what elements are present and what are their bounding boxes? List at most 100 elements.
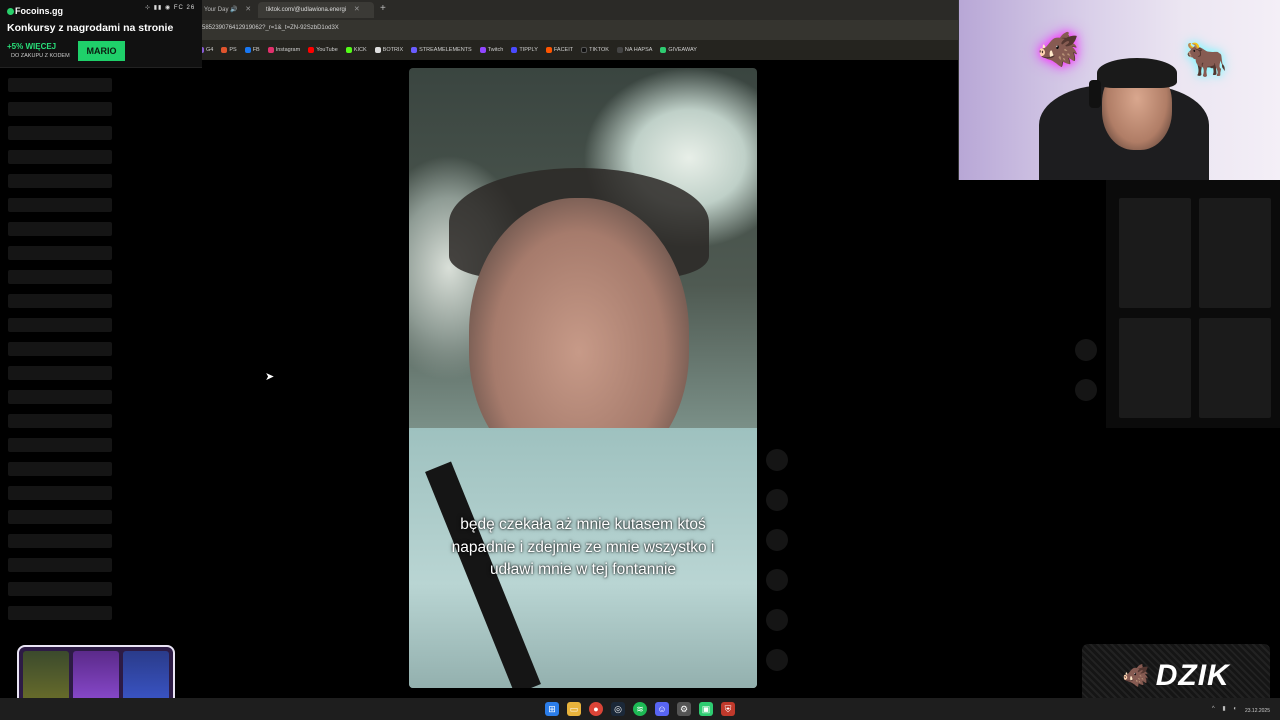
sidebar-placeholder-row [8, 318, 112, 332]
video-caption: będę czekała aż mnie kutasem ktoś napadn… [451, 516, 715, 578]
sidebar-placeholder-row [8, 510, 112, 524]
promo-logo: Focoins.gg [7, 6, 63, 16]
bookmark-tipply[interactable]: TIPPLY [511, 47, 538, 53]
action-placeholder[interactable] [766, 489, 788, 511]
bookmark-icon [221, 47, 228, 53]
mouse-cursor-icon: ➤ [265, 371, 275, 383]
case-card [123, 651, 169, 705]
neon-bull-icon: 🐂 [1185, 41, 1228, 79]
sidebar-placeholder-row [8, 174, 112, 188]
video-tile-placeholder[interactable] [1199, 318, 1271, 418]
close-tab-icon[interactable]: ✕ [354, 6, 360, 13]
tab-label: Your Day [204, 7, 229, 13]
boar-icon: 🐗 [1122, 663, 1150, 688]
promo-bonus-subtext: DO ZAKUPU Z KODEM [11, 53, 70, 59]
bookmark-ps[interactable]: PS [221, 47, 237, 53]
sidebar-placeholder-row [8, 270, 112, 284]
windows-taskbar: ⊞ ▭ ● ◎ ≋ ☺ ⚙ ▣ ⛨ ^ ▮ ◐ 23.12.2025 [0, 698, 1280, 720]
giveaway-icon [660, 47, 667, 53]
taskbar-date: 23.12.2025 [1244, 708, 1270, 714]
webcam-feed: 🐗 🐂 [958, 0, 1280, 180]
bookmark-youtube[interactable]: YouTube [308, 47, 338, 53]
stream-screen: Your Day 🔊 ✕ tiktok.com/@udlawiona.energ… [0, 0, 1280, 720]
promo-title: Konkursy z nagrodami na stronie [7, 22, 174, 34]
coin-icon [7, 8, 14, 15]
sidebar-placeholder-row [8, 150, 112, 164]
tiktok-icon [581, 47, 588, 53]
bookmark-faceit[interactable]: FACEIT [545, 47, 573, 53]
instagram-icon [267, 47, 274, 53]
youtube-icon [308, 47, 315, 53]
bookmark-giveaway[interactable]: GIVEAWAY [660, 47, 697, 53]
bookmark-na-hapsa[interactable]: NA HAPSA [616, 47, 652, 53]
tab-your-day[interactable]: Your Day 🔊 ✕ [196, 2, 256, 18]
kick-icon [345, 47, 352, 53]
video-tile-placeholder[interactable] [1119, 198, 1191, 308]
bookmark-icon [616, 47, 623, 53]
system-tray[interactable]: ^ ▮ ◐ [1212, 705, 1240, 712]
app-icon[interactable]: ▣ [699, 702, 713, 716]
discord-icon[interactable]: ☺ [655, 702, 669, 716]
action-placeholder[interactable] [766, 649, 788, 671]
sidebar-placeholder-row [8, 102, 112, 116]
action-placeholder[interactable] [766, 609, 788, 631]
case-card: Core Weekend [23, 651, 69, 705]
sidebar-placeholder-row [8, 534, 112, 548]
video-player[interactable]: będę czekała aż mnie kutasem ktoś napadn… [409, 68, 757, 688]
neon-boar-icon: 🐗 [1037, 31, 1080, 69]
start-icon[interactable]: ⊞ [545, 702, 559, 716]
close-tab-icon[interactable]: ✕ [245, 6, 251, 13]
status-indicators: ⊹ ▮▮ ◉ FC 26 [145, 5, 196, 11]
action-placeholder[interactable] [766, 449, 788, 471]
folder-icon[interactable]: ▭ [567, 702, 581, 716]
bookmark-twitch[interactable]: Twitch [479, 47, 503, 53]
promo-code-badge: MARIO [78, 41, 125, 61]
facebook-icon [244, 47, 251, 53]
bookmark-streamelements[interactable]: STREAMELEMENTS [411, 47, 472, 53]
tab-tiktok[interactable]: tiktok.com/@udlawiona.energi ✕ [258, 2, 374, 18]
video-tile-placeholder[interactable] [1199, 198, 1271, 308]
promo-banner: Focoins.gg ⊹ ▮▮ ◉ FC 26 Konkursy z nagro… [0, 0, 202, 68]
sidebar-placeholder-row [8, 462, 112, 476]
channel-logo-text: DZIK [1155, 659, 1230, 692]
url-text[interactable]: 585239076412919062?_r=1&_t=ZN-92SzbD1od3… [202, 25, 339, 31]
bookmark-instagram[interactable]: Instagram [267, 47, 300, 53]
faceit-icon [545, 47, 552, 53]
streamer-beanie [1097, 58, 1177, 88]
chrome-icon[interactable]: ● [589, 702, 603, 716]
sidebar-placeholder-row [8, 222, 112, 236]
action-placeholder[interactable] [766, 529, 788, 551]
bookmark-fb[interactable]: FB [244, 47, 260, 53]
shield-icon[interactable]: ⛨ [721, 702, 735, 716]
settings-icon[interactable]: ⚙ [677, 702, 691, 716]
headset-icon [1089, 80, 1101, 108]
bookmark-kick[interactable]: KICK [345, 47, 367, 53]
streamelements-icon [411, 47, 418, 53]
sidebar-placeholder-row [8, 294, 112, 308]
sidebar-placeholder-row [8, 390, 112, 404]
sidebar-placeholder-row [8, 366, 112, 380]
sidebar-placeholder-row [8, 606, 112, 620]
steam-icon[interactable]: ◎ [611, 702, 625, 716]
tipply-icon [511, 47, 518, 53]
sidebar-placeholder-row [8, 486, 112, 500]
sidebar-placeholder-row [8, 246, 112, 260]
nav-down-placeholder[interactable] [1075, 379, 1097, 401]
promo-bonus: +5% WIĘCEJ [7, 42, 57, 51]
tab-label: tiktok.com/@udlawiona.energi [266, 7, 347, 13]
video-tile-placeholder[interactable] [1119, 318, 1191, 418]
bookmark-tiktok[interactable]: TIKTOK [581, 47, 609, 53]
action-placeholder[interactable] [766, 569, 788, 591]
related-videos-panel [1106, 180, 1280, 428]
sidebar-placeholder-row [8, 78, 112, 92]
sidebar-placeholder-row [8, 342, 112, 356]
case-card: Nomad Xeryx [73, 651, 119, 705]
sidebar-placeholder-row [8, 198, 112, 212]
spotify-icon[interactable]: ≋ [633, 702, 647, 716]
new-tab-button[interactable]: + [380, 3, 386, 14]
bookmark-botrix[interactable]: BOTRIX [374, 47, 403, 53]
speaker-icon: 🔊 [230, 7, 238, 13]
nav-up-placeholder[interactable] [1075, 339, 1097, 361]
twitch-icon [479, 47, 486, 53]
sidebar-placeholder-row [8, 558, 112, 572]
